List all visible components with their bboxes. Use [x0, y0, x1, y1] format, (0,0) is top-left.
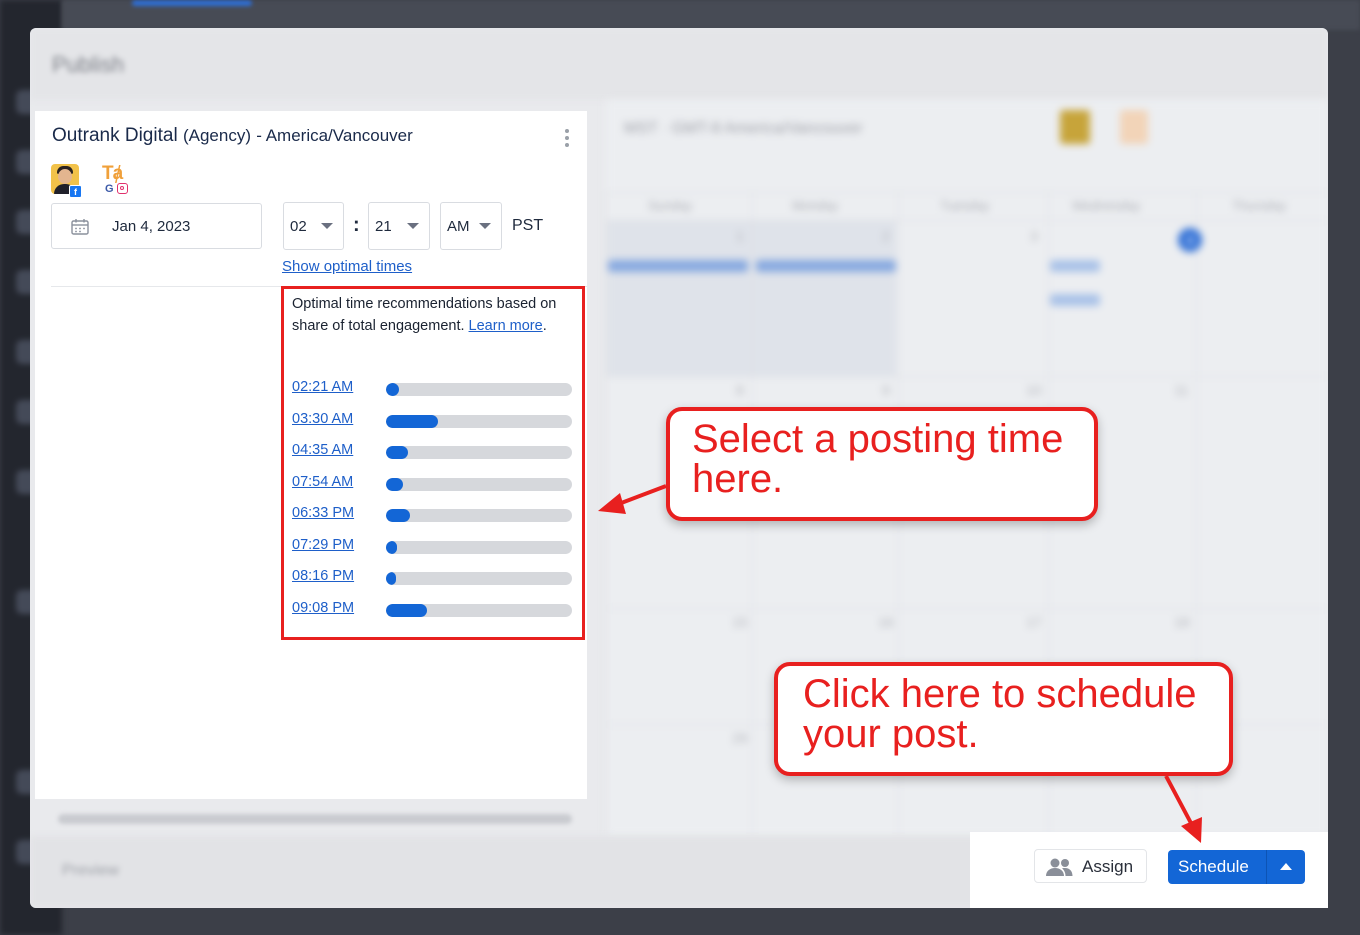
minute-select[interactable]: 21	[368, 202, 430, 250]
calendar-date[interactable]: 17	[1026, 614, 1042, 630]
calendar-date[interactable]: 2	[882, 228, 890, 244]
ampm-value: AM	[447, 218, 470, 235]
engagement-bar-track	[386, 383, 572, 396]
calendar-date[interactable]: 10	[1026, 382, 1042, 398]
optimal-time-link[interactable]: 03:30 AM	[292, 411, 353, 427]
calendar-day-header: Wednesday	[1072, 198, 1141, 213]
optimal-time-row[interactable]: 07:29 PM	[292, 537, 572, 557]
optimal-times-intro: Optimal time recommendations based on sh…	[292, 296, 557, 334]
engagement-bar-track	[386, 414, 572, 428]
calendar-date[interactable]: 15	[732, 614, 748, 630]
optimal-times-panel: Optimal time recommendations based on sh…	[281, 286, 585, 640]
optimal-time-row[interactable]: 02:21 AM	[292, 379, 572, 399]
optimal-time-row[interactable]: 07:54 AM	[292, 474, 572, 494]
annotation-callout-schedule: Click here to schedule your post.	[774, 662, 1233, 776]
show-optimal-times-link[interactable]: Show optimal times	[282, 258, 412, 275]
optimal-time-link[interactable]: 08:16 PM	[292, 568, 354, 584]
account-timezone: - America/Vancouver	[256, 126, 413, 145]
optimal-time-link[interactable]: 07:54 AM	[292, 474, 353, 490]
engagement-bar-fill	[386, 540, 397, 554]
more-options-icon[interactable]	[565, 129, 569, 150]
date-picker[interactable]: Jan 4, 2023	[51, 203, 262, 249]
chevron-down-icon	[479, 223, 491, 229]
timezone-label: PST	[512, 217, 544, 234]
optimal-time-row[interactable]: 08:16 PM	[292, 568, 572, 588]
calendar-brand-avatar	[1120, 110, 1148, 144]
panel-scrollbar[interactable]	[58, 814, 572, 824]
calendar-date[interactable]: 11	[1174, 382, 1189, 398]
people-icon	[1046, 858, 1073, 876]
hour-value: 02	[290, 218, 307, 235]
schedule-button[interactable]: Schedule	[1168, 850, 1305, 884]
account-type: (Agency)	[182, 126, 251, 145]
engagement-bar-fill	[386, 603, 427, 617]
calendar-date[interactable]: 16	[878, 614, 894, 630]
optimal-time-link[interactable]: 06:33 PM	[292, 505, 354, 521]
date-value: Jan 4, 2023	[112, 218, 191, 235]
instagram-icon	[117, 183, 128, 194]
modal-header: Publish	[30, 28, 1328, 100]
calendar-icon	[71, 219, 89, 235]
engagement-bar-track	[386, 446, 572, 459]
account-heading: Outrank Digital (Agency) - America/Vanco…	[52, 125, 413, 147]
optimal-time-row[interactable]: 03:30 AM	[292, 411, 572, 431]
facebook-icon: f	[69, 185, 82, 198]
calendar-date[interactable]: 8	[736, 382, 744, 398]
calendar-date[interactable]: 9	[882, 382, 890, 398]
assign-button[interactable]: Assign	[1034, 849, 1147, 883]
engagement-bar-fill	[386, 572, 396, 585]
calendar-date[interactable]: 3	[1030, 228, 1038, 244]
engagement-bar-fill	[386, 414, 438, 428]
schedule-label: Schedule	[1178, 857, 1249, 876]
schedule-panel: Outrank Digital (Agency) - America/Vanco…	[35, 111, 587, 799]
engagement-bar-fill	[386, 477, 403, 491]
calendar-date[interactable]: 1	[736, 228, 744, 244]
calendar-day-header: Tuesday	[940, 198, 990, 213]
time-separator: :	[353, 214, 360, 236]
optimal-time-row[interactable]: 09:08 PM	[292, 600, 572, 620]
account-name: Outrank Digital	[52, 125, 178, 146]
engagement-bar-fill	[386, 509, 410, 522]
optimal-time-link[interactable]: 04:35 AM	[292, 442, 353, 458]
engagement-bar-track	[386, 540, 572, 554]
calendar-avatar	[1060, 110, 1090, 144]
learn-more-link[interactable]: Learn more	[469, 318, 543, 334]
assign-label: Assign	[1082, 857, 1134, 876]
engagement-bar-fill	[386, 383, 399, 396]
calendar-date[interactable]: 18	[1174, 614, 1190, 630]
engagement-bar-track	[386, 572, 572, 585]
calendar-day-header: Thursday	[1232, 198, 1287, 213]
chevron-up-icon[interactable]	[1280, 863, 1292, 870]
chevron-down-icon	[407, 223, 419, 229]
modal-title: Publish	[52, 52, 125, 77]
calendar-header: MST · GMT-8 America/Vancouver	[624, 120, 863, 137]
engagement-bar-track	[386, 509, 572, 522]
preview-link[interactable]: Preview	[62, 862, 119, 880]
optimal-time-link[interactable]: 02:21 AM	[292, 379, 353, 395]
calendar-date-today[interactable]: 4	[1178, 228, 1202, 252]
engagement-bar-track	[386, 603, 572, 617]
optimal-time-link[interactable]: 07:29 PM	[292, 537, 354, 553]
hour-select[interactable]: 02	[283, 202, 344, 250]
app-topbar	[62, 0, 1360, 30]
engagement-bar-fill	[386, 446, 408, 459]
annotation-callout-posting-time: Select a posting time here.	[666, 407, 1098, 521]
ampm-select[interactable]: AM	[440, 202, 502, 250]
calendar-date[interactable]: 29	[732, 730, 748, 746]
optimal-time-row[interactable]: 06:33 PM	[292, 505, 572, 525]
engagement-bar-track	[386, 477, 572, 491]
optimal-time-row[interactable]: 04:35 AM	[292, 442, 572, 462]
optimal-time-link[interactable]: 09:08 PM	[292, 600, 354, 616]
minute-value: 21	[375, 218, 392, 235]
calendar-day-header: Sunday	[648, 198, 693, 213]
calendar-day-header: Monday	[792, 198, 839, 213]
chevron-down-icon	[321, 223, 333, 229]
